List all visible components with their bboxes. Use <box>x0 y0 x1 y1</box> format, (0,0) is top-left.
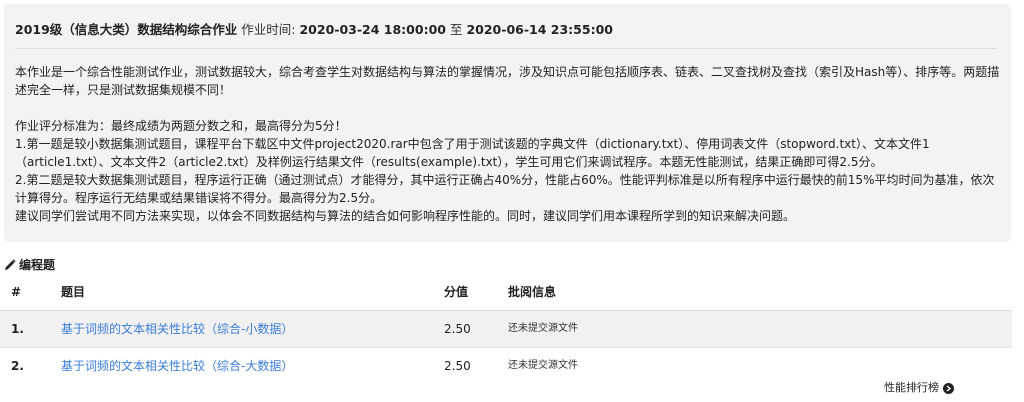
section-heading: 编程题 <box>4 256 55 273</box>
header-info: 批阅信息 <box>508 285 557 299</box>
assignment-header: 2019级（信息大类）数据结构综合作业 作业时间: 2020-03-24 18:… <box>15 19 613 38</box>
table-header-row: # 题目 分值 批阅信息 <box>0 274 1012 311</box>
assignment-description: 本作业是一个综合性能测试作业，测试数据较大，综合考查学生对数据结构与算法的掌握情… <box>15 63 1001 225</box>
row-score: 2.50 <box>444 359 471 373</box>
row-review-info: 还未提交源文件 <box>508 323 578 334</box>
table-row: 1. 基于词频的文本相关性比较（综合-小数据） 2.50 还未提交源文件 <box>0 311 1012 348</box>
assignment-title: 2019级（信息大类）数据结构综合作业 <box>15 22 238 37</box>
header-score: 分值 <box>444 285 469 299</box>
section-title: 编程题 <box>19 258 56 272</box>
arrow-right-circle-icon <box>943 382 954 394</box>
end-time: 2020-06-14 23:55:00 <box>466 22 613 37</box>
row-score: 2.50 <box>444 322 471 336</box>
desc-item-1: 1.第一题是较小数据集测试题目，课程平台下载区中文件project2020.ra… <box>15 137 930 169</box>
time-to: 至 <box>449 22 463 37</box>
table-row: 2. 基于词频的文本相关性比较（综合-大数据） 2.50 还未提交源文件 <box>0 348 1012 384</box>
problem-link[interactable]: 基于词频的文本相关性比较（综合-大数据） <box>61 348 293 384</box>
ranking-link[interactable]: 性能排行榜 <box>884 380 954 396</box>
header-num: # <box>11 285 22 299</box>
row-num: 2. <box>11 359 24 373</box>
ranking-label: 性能排行榜 <box>884 381 939 394</box>
assignment-panel: 2019级（信息大类）数据结构综合作业 作业时间: 2020-03-24 18:… <box>4 4 1011 242</box>
problem-link[interactable]: 基于词频的文本相关性比较（综合-小数据） <box>61 311 293 347</box>
row-review-info: 还未提交源文件 <box>508 360 578 371</box>
time-label: 作业时间: <box>241 22 296 37</box>
desc-suggestion: 建议同学们尝试用不同方法来实现，以体会不同数据结构与算法的结合如何影响程序性能的… <box>15 209 796 223</box>
row-num: 1. <box>11 322 24 336</box>
header-title: 题目 <box>61 285 86 299</box>
start-time: 2020-03-24 18:00:00 <box>299 22 446 37</box>
desc-intro: 本作业是一个综合性能测试作业，测试数据较大，综合考查学生对数据结构与算法的掌握情… <box>15 65 1000 97</box>
pencil-icon <box>5 258 16 270</box>
header-divider <box>15 48 997 49</box>
desc-item-2: 2.第二题是较大数据集测试题目，程序运行正确（通过测试点）才能得分，其中运行正确… <box>15 173 995 205</box>
desc-criteria-title: 作业评分标准为：最终成绩为两题分数之和，最高得分为5分！ <box>15 119 347 133</box>
